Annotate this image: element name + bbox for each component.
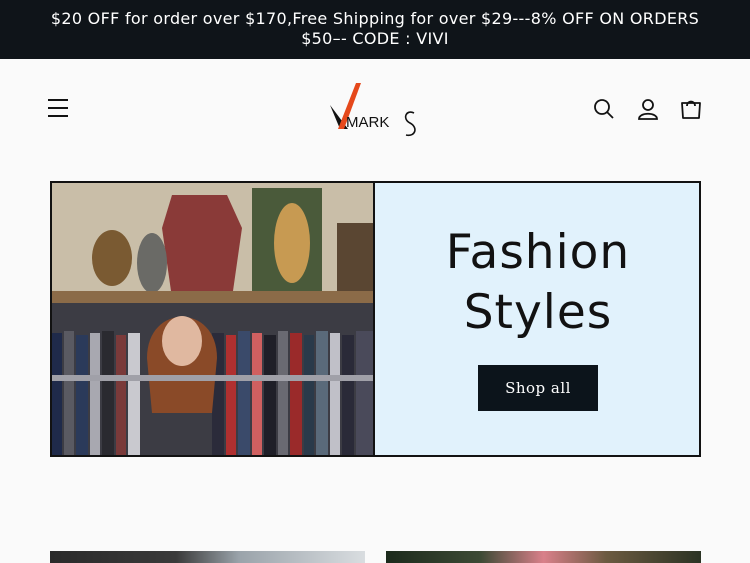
hero-banner: Fashion Styles Shop all [50, 181, 701, 457]
hero-title-line-2: Styles [463, 285, 613, 340]
hero-title-line-1: Fashion [445, 225, 631, 280]
site-logo[interactable]: MARK [326, 79, 426, 141]
logo-wordmark: MARK [346, 114, 389, 131]
account-icon[interactable] [636, 97, 660, 121]
hamburger-menu-icon[interactable] [48, 99, 72, 121]
vmarks-logo-icon: MARK [330, 83, 416, 137]
hero-text-block: Fashion Styles Shop all [377, 183, 699, 455]
collection-image-left[interactable] [50, 551, 365, 563]
announcement-line-1: $20 OFF for order over $170,Free Shippin… [50, 9, 700, 28]
collection-image-right[interactable] [386, 551, 701, 563]
search-icon[interactable] [592, 97, 616, 121]
hero-image [52, 183, 375, 455]
hero-title: Fashion Styles [377, 223, 699, 343]
site-header: MARK [0, 59, 750, 169]
cart-icon[interactable] [679, 97, 703, 121]
announcement-bar: $20 OFF for order over $170,Free Shippin… [0, 0, 750, 59]
shop-all-button[interactable]: Shop all [478, 365, 598, 411]
announcement-line-2: $50–- CODE : VIVI [301, 29, 449, 48]
